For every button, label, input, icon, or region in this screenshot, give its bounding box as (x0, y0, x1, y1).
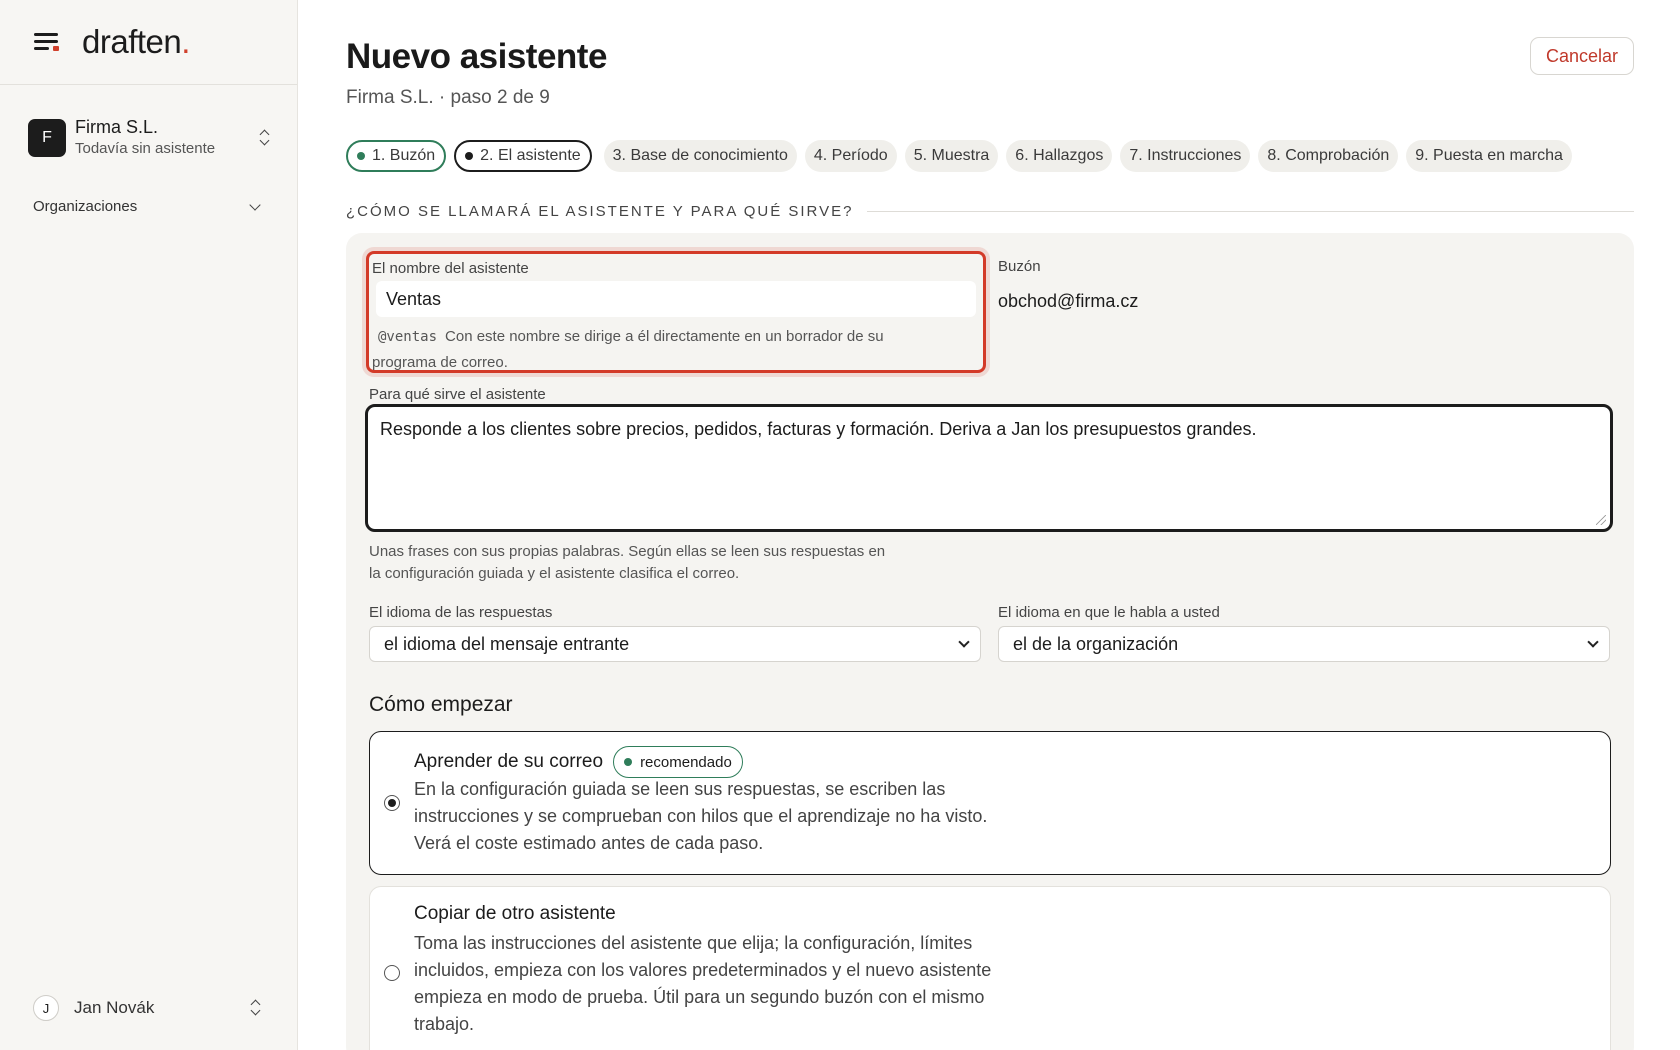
step-label: 1. Buzón (372, 147, 436, 164)
option-title: Aprender de su correo recomendado (414, 746, 743, 778)
step-7[interactable]: 7. Instrucciones (1120, 140, 1251, 172)
recommended-badge: recomendado (613, 746, 743, 778)
cancel-button[interactable]: Cancelar (1530, 37, 1634, 75)
user-menu[interactable]: J Jan Novák (33, 995, 263, 1021)
step-label: 2. El asistente (480, 147, 581, 164)
menu-icon[interactable] (34, 31, 60, 53)
radio-unselected[interactable] (384, 965, 400, 981)
assistant-name-label: El nombre del asistente (372, 260, 529, 277)
reply-language-select[interactable]: el idioma del mensaje entrante (369, 626, 981, 662)
assistant-form-panel: El nombre del asistente Ventas @ventas Co… (346, 233, 1634, 1050)
assistant-name-field: El nombre del asistente Ventas @ventas Co… (366, 251, 986, 373)
mailbox-label: Buzón (998, 258, 1041, 275)
step-1[interactable]: 1. Buzón (346, 140, 447, 172)
chevron-down-icon (958, 636, 970, 648)
purpose-label: Para qué sirve el asistente (369, 386, 546, 403)
step-4[interactable]: 4. Período (804, 140, 897, 172)
purpose-text: Responde a los clientes sobre precios, p… (380, 419, 1257, 439)
radio-selected[interactable] (384, 795, 400, 811)
chevron-down-icon (1587, 636, 1599, 648)
start-option-copy[interactable]: Copiar de otro asistente Toma las instru… (369, 886, 1611, 1050)
sidebar-item-label: Organizaciones (33, 198, 138, 215)
resize-handle-icon[interactable] (1596, 515, 1606, 525)
mailbox-value: obchod@firma.cz (998, 291, 1139, 311)
stepper: 1. Buzón 2. El asistente 3. Base de cono… (346, 140, 1572, 172)
purpose-hint: Unas frases con sus propias palabras. Se… (369, 543, 886, 582)
assistant-name-hint: @ventas Con este nombre se dirige a él di… (372, 328, 884, 371)
chevron-updown-icon (258, 128, 272, 148)
step-9[interactable]: 9. Puesta en marcha (1406, 140, 1572, 172)
start-option-learn[interactable]: Aprender de su correo recomendado En la … (369, 731, 1611, 875)
logo-bar: draften. (0, 0, 297, 85)
org-name: Firma S.L. (75, 117, 159, 137)
status-dot (465, 152, 474, 160)
handle-code: @ventas (378, 329, 438, 345)
ui-language-label: El idioma en que le habla a usted (998, 604, 1220, 621)
avatar: J (33, 995, 59, 1021)
option-description: En la configuración guiada se leen sus r… (414, 779, 988, 853)
main-content: Nuevo asistente Firma S.L. · paso 2 de 9… (346, 0, 1634, 1050)
step-6[interactable]: 6. Hallazgos (1006, 140, 1113, 172)
divider (867, 211, 1634, 212)
chevron-down-icon (249, 198, 261, 211)
chevron-updown-icon (249, 998, 263, 1018)
user-name: Jan Novák (74, 998, 155, 1017)
option-description: Toma las instrucciones del asistente que… (414, 933, 992, 1034)
sidebar-item-organizations[interactable]: Organizaciones (33, 198, 263, 215)
sidebar: draften. F Firma S.L. Todavía sin asiste… (0, 0, 298, 1050)
section-heading: ¿CÓMO SE LLAMARÁ EL ASISTENTE Y PARA QUÉ… (346, 203, 1634, 220)
page-title: Nuevo asistente (346, 37, 607, 76)
step-5[interactable]: 5. Muestra (904, 140, 999, 172)
start-section-title: Cómo empezar (369, 693, 513, 716)
reply-language-label: El idioma de las respuestas (369, 604, 553, 621)
ui-language-select[interactable]: el de la organización (998, 626, 1610, 662)
assistant-name-input[interactable]: Ventas (376, 281, 976, 317)
step-8[interactable]: 8. Comprobación (1258, 140, 1399, 172)
org-avatar: F (28, 119, 66, 157)
status-dot (624, 758, 633, 766)
org-switcher[interactable]: F Firma S.L. Todavía sin asistente (28, 112, 272, 164)
step-3[interactable]: 3. Base de conocimiento (603, 140, 797, 172)
section-heading-text: ¿CÓMO SE LLAMARÁ EL ASISTENTE Y PARA QUÉ… (346, 203, 854, 220)
step-2[interactable]: 2. El asistente (454, 140, 592, 172)
option-title: Copiar de otro asistente (414, 903, 616, 924)
org-status: Todavía sin asistente (75, 140, 216, 157)
page-subtitle: Firma S.L. · paso 2 de 9 (346, 87, 550, 108)
status-dot (357, 152, 365, 160)
logo: draften. (82, 23, 190, 60)
purpose-textarea[interactable]: Responde a los clientes sobre precios, p… (365, 404, 1613, 532)
